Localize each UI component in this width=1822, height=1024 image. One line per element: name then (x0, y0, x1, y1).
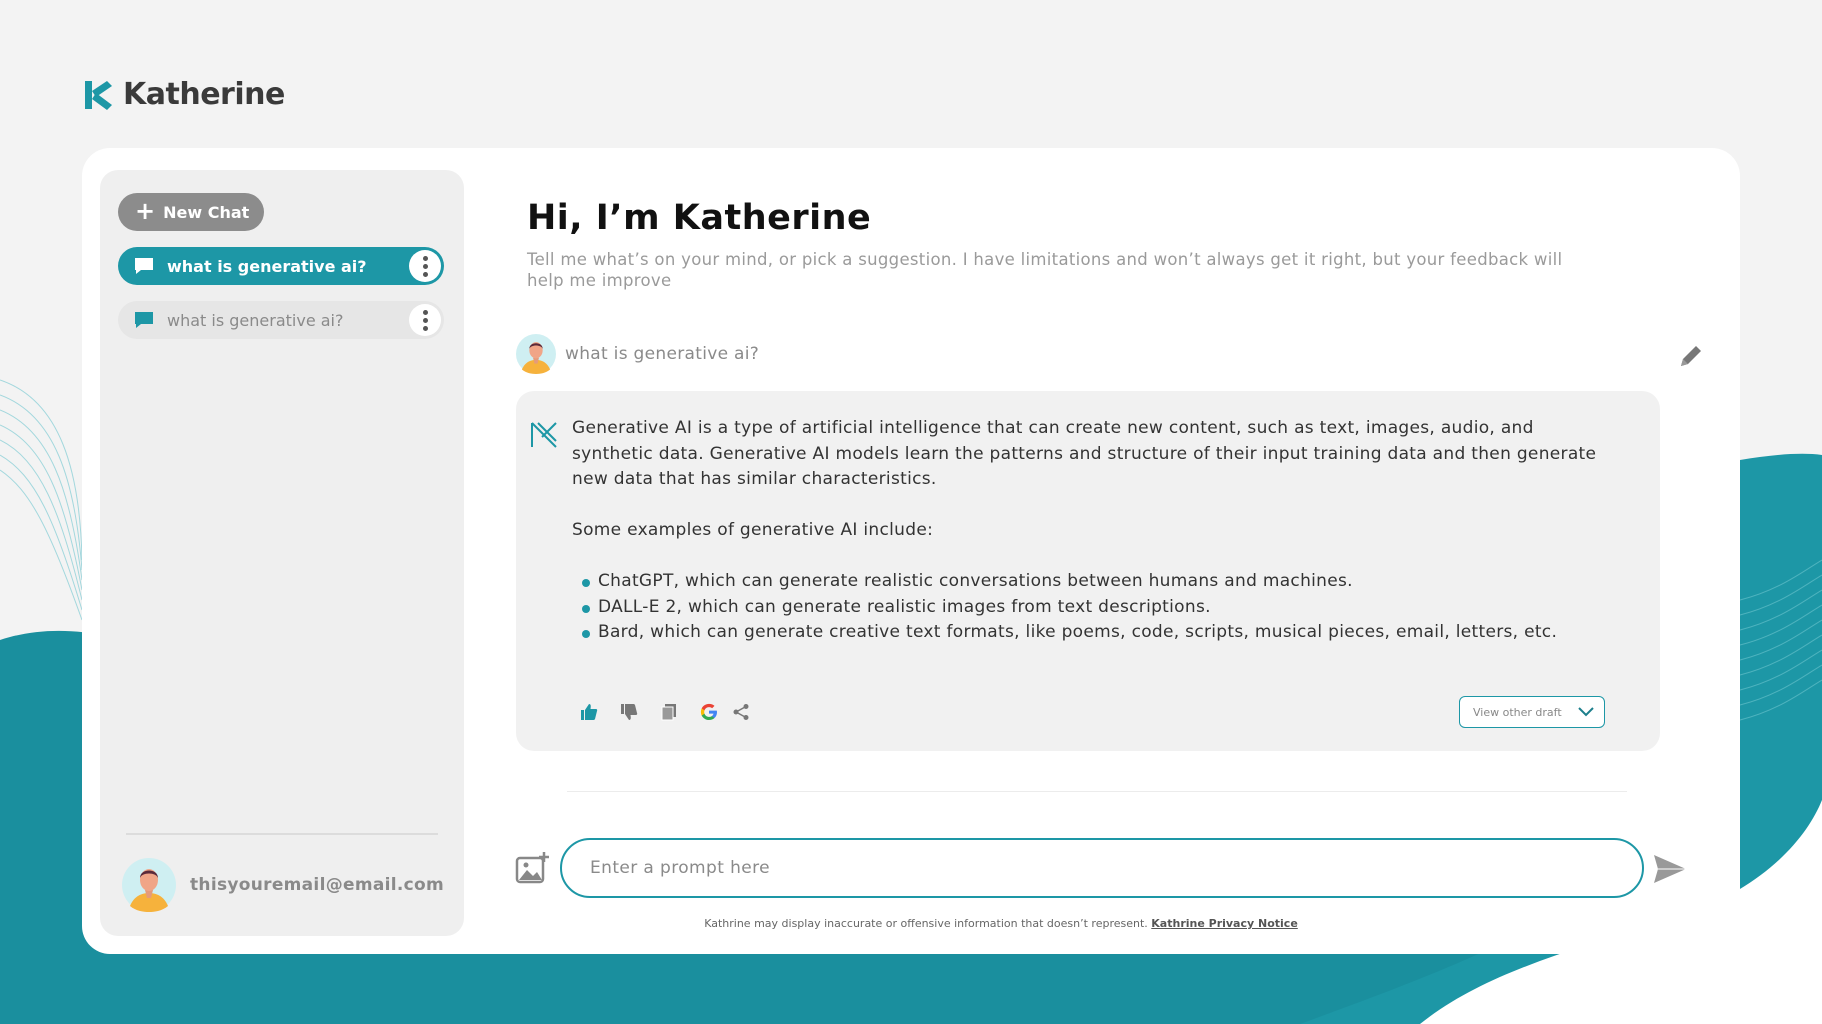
sidebar: + New Chat what is generative ai? what i… (100, 170, 464, 936)
main-card: + New Chat what is generative ai? what i… (82, 148, 1740, 954)
user-avatar (122, 858, 176, 912)
view-other-draft-label: View other draft (1473, 705, 1562, 719)
answer-card: Generative AI is a type of artificial in… (516, 391, 1660, 751)
answer-text: Generative AI is a type of artificial in… (572, 416, 1602, 646)
dot (422, 325, 428, 331)
send-icon[interactable] (1652, 851, 1688, 887)
copy-icon[interactable] (658, 701, 680, 723)
list-item: DALL-E 2, which can generate realistic i… (582, 595, 1602, 621)
divider (567, 791, 1627, 792)
message-icon (135, 258, 153, 274)
app-logo[interactable]: Katherine (83, 77, 285, 112)
list-item: ChatGPT, which can generate realistic co… (582, 569, 1602, 595)
user-avatar (516, 334, 556, 374)
dot (422, 263, 428, 269)
user-email: thisyouremail@email.com (190, 875, 444, 895)
thumbs-down-icon[interactable] (618, 701, 640, 723)
chat-options-button[interactable] (409, 304, 441, 336)
privacy-notice-link[interactable]: Kathrine Privacy Notice (1151, 917, 1298, 930)
answer-paragraph: Generative AI is a type of artificial in… (572, 418, 1597, 489)
thumbs-up-icon[interactable] (578, 701, 600, 723)
answer-actions (578, 701, 770, 723)
prompt-field[interactable] (560, 838, 1644, 898)
katherine-logo-icon (531, 422, 557, 448)
page-title: Hi, I’m Katherine (527, 198, 872, 238)
pencil-icon[interactable] (1676, 341, 1706, 371)
answer-paragraph: Some examples of generative AI include: (572, 520, 934, 540)
plus-icon: + (135, 197, 156, 225)
disclaimer: Kathrine may display inaccurate or offen… (82, 917, 1740, 930)
dot (422, 255, 428, 261)
sidebar-divider (126, 833, 438, 835)
list-item: Bard, which can generate creative text f… (582, 620, 1602, 646)
brand-name: Katherine (123, 77, 285, 112)
chat-item-label: what is generative ai? (167, 256, 367, 276)
chat-options-button[interactable] (409, 250, 441, 282)
sidebar-chat-item[interactable]: what is generative ai? (118, 301, 444, 339)
prompt-input[interactable] (590, 840, 1620, 896)
dot (422, 309, 428, 315)
dot (422, 317, 428, 323)
add-image-icon[interactable] (515, 850, 551, 886)
google-icon[interactable] (698, 701, 720, 723)
answer-list: ChatGPT, which can generate realistic co… (582, 569, 1602, 646)
message-icon (135, 312, 153, 328)
chat-item-label: what is generative ai? (167, 310, 344, 330)
new-chat-button[interactable]: + New Chat (118, 193, 264, 231)
user-question: what is generative ai? (516, 334, 1736, 378)
chevron-down-icon (1578, 707, 1594, 717)
dot (422, 271, 428, 277)
new-chat-label: New Chat (163, 202, 250, 222)
katherine-logo-icon (85, 80, 112, 110)
disclaimer-text: Kathrine may display inaccurate or offen… (704, 917, 1148, 930)
view-other-draft-dropdown[interactable]: View other draft (1459, 696, 1605, 728)
share-icon[interactable] (730, 701, 752, 723)
user-profile[interactable]: thisyouremail@email.com (122, 858, 444, 912)
sidebar-chat-item[interactable]: what is generative ai? (118, 247, 444, 285)
question-text: what is generative ai? (565, 344, 760, 364)
page-subtitle: Tell me what’s on your mind, or pick a s… (527, 250, 1563, 290)
